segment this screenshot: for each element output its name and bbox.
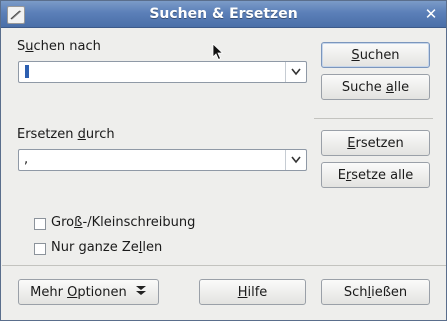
chevron-down-icon	[291, 68, 301, 76]
text-cursor	[25, 65, 29, 78]
search-all-button[interactable]: Suche alle	[321, 74, 430, 100]
chevron-down-icon	[291, 156, 301, 164]
window-title: Suchen & Ersetzen	[149, 6, 298, 22]
whole-cells-checkbox[interactable]	[34, 243, 46, 255]
separator	[314, 118, 433, 119]
search-combo[interactable]	[18, 61, 307, 83]
replace-button[interactable]: Ersetzen	[321, 130, 430, 156]
more-options-button[interactable]: Mehr Optionen	[18, 279, 159, 305]
search-label: Suchen nach	[17, 39, 101, 54]
close-icon[interactable]: ✕	[422, 5, 440, 23]
double-chevron-down-icon	[135, 286, 146, 295]
help-button[interactable]: Hilfe	[199, 279, 306, 305]
close-button[interactable]: Schließen	[321, 279, 430, 305]
find-replace-dialog: Suchen & Ersetzen ✕ Suchen nach Ersetzen…	[0, 0, 447, 321]
replace-all-button[interactable]: Ersetze alle	[321, 162, 430, 188]
whole-cells-label: Nur ganze Zellen	[51, 240, 163, 255]
search-button[interactable]: Suchen	[321, 42, 430, 68]
replace-label: Ersetzen durch	[17, 127, 115, 142]
search-dropdown-button[interactable]	[285, 62, 306, 82]
title-bar[interactable]: Suchen & Ersetzen ✕	[1, 1, 446, 28]
replace-dropdown-button[interactable]	[285, 150, 306, 170]
separator	[2, 265, 446, 266]
replace-input[interactable]: ,	[24, 152, 28, 167]
mouse-pointer-icon	[212, 43, 224, 61]
match-case-checkbox[interactable]	[34, 218, 46, 230]
match-case-label: Groß-/Kleinschreibung	[51, 215, 196, 230]
replace-combo[interactable]: ,	[18, 149, 307, 171]
